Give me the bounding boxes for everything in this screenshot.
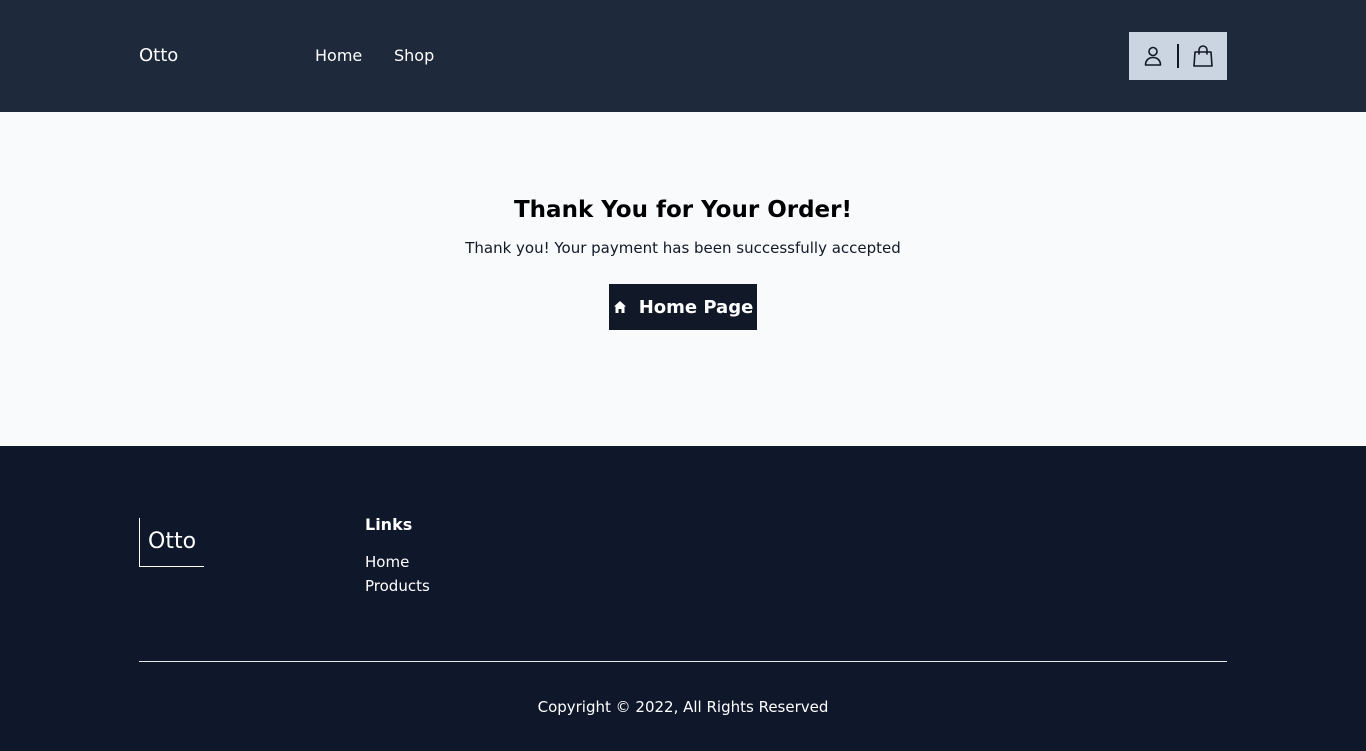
footer: Otto Links Home Products Copyright © 202… <box>0 446 1366 751</box>
navbar: Otto Home Shop <box>0 0 1366 112</box>
header-actions <box>1129 32 1227 80</box>
home-page-button-label: Home Page <box>638 296 754 318</box>
footer-link-home[interactable]: Home <box>365 552 409 572</box>
user-icon[interactable] <box>1141 44 1165 68</box>
shopping-bag-icon[interactable] <box>1191 44 1215 68</box>
home-icon <box>613 300 627 314</box>
footer-links-heading: Links <box>365 515 413 534</box>
confirmation-message: Thank you! Your payment has been success… <box>465 239 901 257</box>
footer-link-products[interactable]: Products <box>365 576 430 596</box>
footer-divider <box>139 661 1227 662</box>
icon-divider <box>1177 44 1179 68</box>
footer-logo[interactable]: Otto <box>139 518 204 567</box>
page-title: Thank You for Your Order! <box>513 197 852 223</box>
order-confirmation: Thank You for Your Order! Thank you! You… <box>0 112 1366 446</box>
home-page-button[interactable]: Home Page <box>609 284 757 330</box>
nav-link-home[interactable]: Home <box>315 46 362 66</box>
copyright-text: Copyright © 2022, All Rights Reserved <box>537 698 829 716</box>
brand-logo[interactable]: Otto <box>139 44 178 68</box>
nav-link-shop[interactable]: Shop <box>394 46 434 66</box>
footer-logo-text: Otto <box>148 529 197 554</box>
